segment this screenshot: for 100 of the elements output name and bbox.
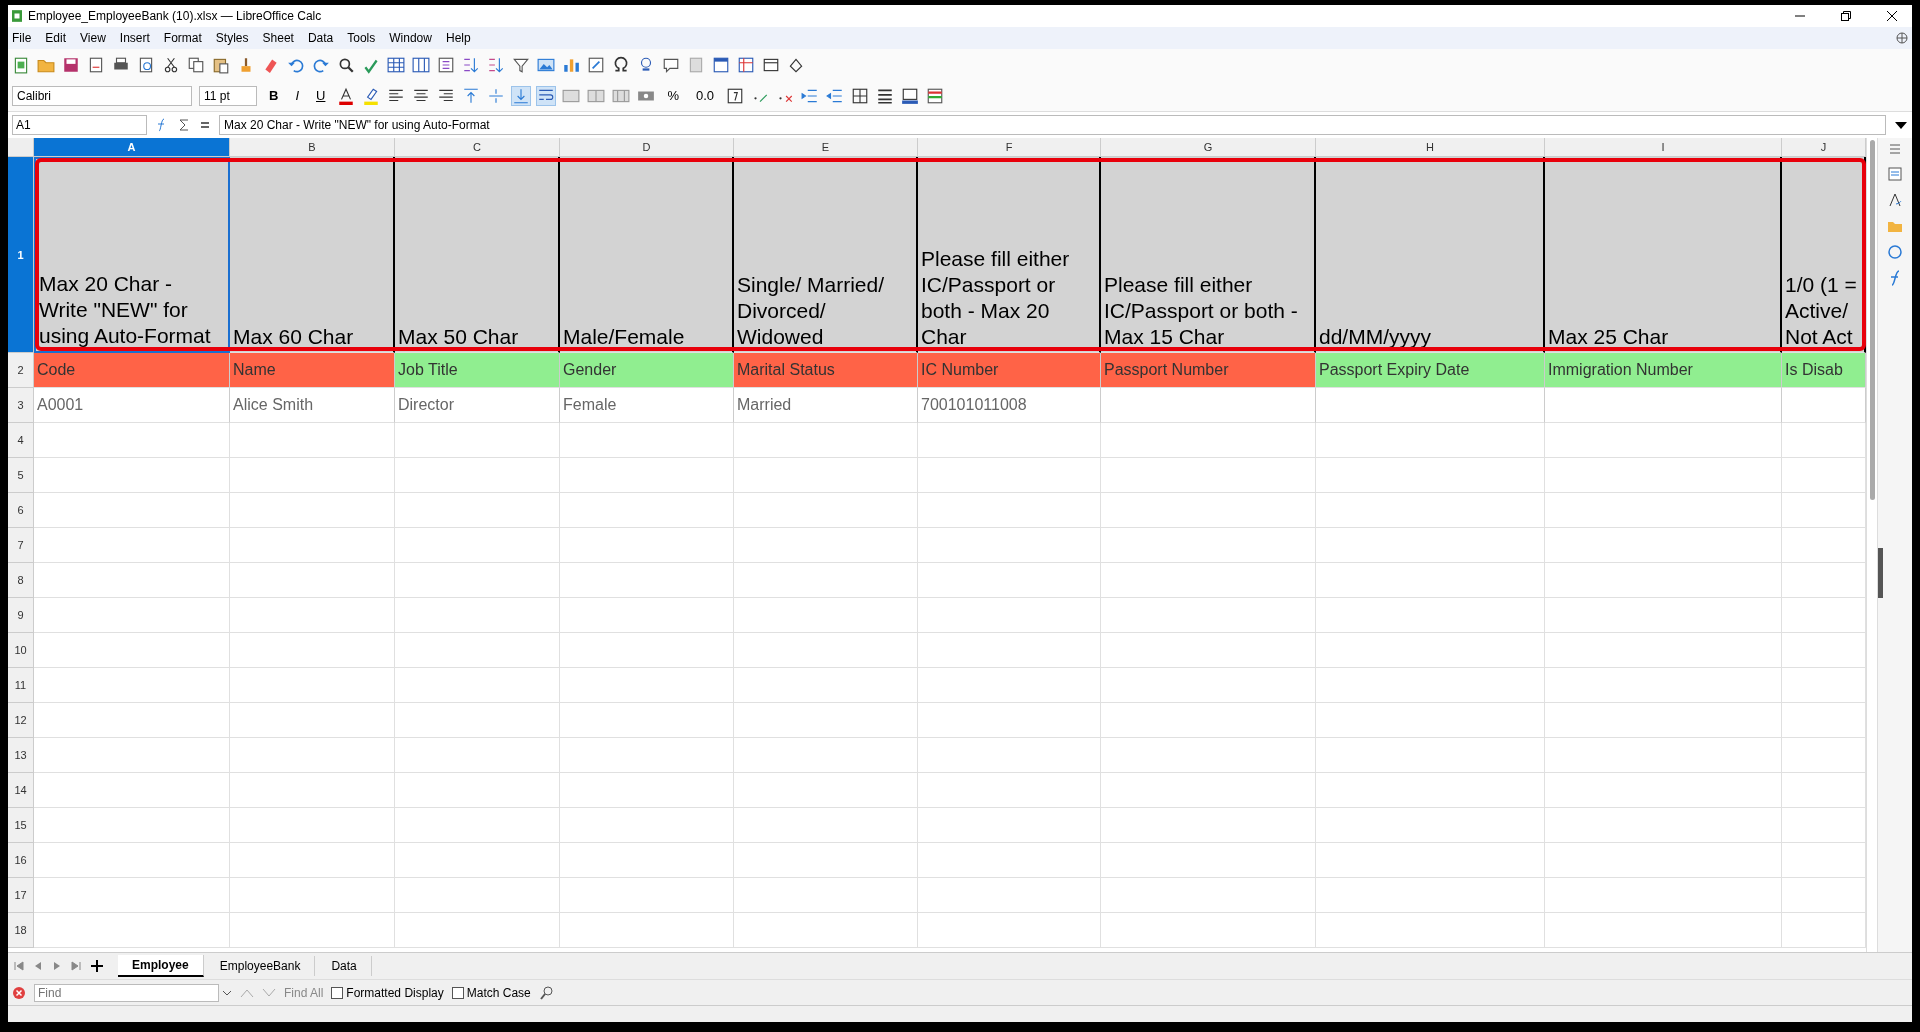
menu-item[interactable]: Insert <box>119 31 150 45</box>
column-header[interactable]: E <box>734 138 918 157</box>
row-header[interactable]: 18 <box>8 913 34 948</box>
restore-icon[interactable] <box>1840 10 1852 22</box>
menu-item[interactable]: Sheet <box>262 31 294 45</box>
column-header[interactable]: J <box>1782 138 1866 157</box>
row-header[interactable]: 14 <box>8 773 34 808</box>
column-header[interactable]: A <box>34 138 230 157</box>
row-header[interactable]: 13 <box>8 738 34 773</box>
format-button[interactable]: B <box>264 86 284 105</box>
row-header[interactable]: 8 <box>8 563 34 598</box>
conditional-format-icon[interactable] <box>926 86 945 105</box>
sort-descending-icon[interactable] <box>487 55 505 74</box>
format-button[interactable]: U <box>311 86 331 105</box>
column-header[interactable]: G <box>1101 138 1316 157</box>
last-sheet-icon[interactable] <box>71 961 81 971</box>
formula-input[interactable]: Max 20 Char - Write "NEW" for using Auto-Format <box>219 115 1886 135</box>
first-sheet-icon[interactable] <box>14 961 24 971</box>
copy-icon[interactable] <box>187 55 205 74</box>
sort-ascending-icon[interactable] <box>462 55 480 74</box>
preview-icon[interactable] <box>137 55 155 74</box>
previous-sheet-icon[interactable] <box>33 961 43 971</box>
menu-item[interactable]: View <box>80 31 106 45</box>
row-header[interactable]: 2 <box>8 353 34 388</box>
pdf-icon[interactable] <box>87 55 105 74</box>
row-header[interactable]: 17 <box>8 878 34 913</box>
checkbox-label: Formatted Display <box>346 985 444 1000</box>
row-header[interactable]: 1 <box>8 157 34 353</box>
new-document-icon[interactable] <box>12 55 30 74</box>
sum-icon[interactable] <box>177 118 191 132</box>
font-size-box[interactable]: 11 pt <box>199 85 257 106</box>
row-header[interactable]: 10 <box>8 633 34 668</box>
name-box[interactable]: A1 <box>12 115 147 135</box>
menu-item[interactable]: Format <box>163 31 202 45</box>
format-button[interactable]: I <box>290 86 304 105</box>
expand-icon[interactable] <box>1894 120 1908 130</box>
menu-item[interactable]: Edit <box>45 31 67 45</box>
table-cell: Male/Female <box>560 157 734 353</box>
sheet-tab[interactable]: EmployeeBank <box>205 956 316 976</box>
sort-icon[interactable] <box>437 55 455 74</box>
sheet-tab[interactable]: Data <box>317 956 372 976</box>
borders-icon[interactable] <box>851 86 870 105</box>
pivot-icon[interactable] <box>587 55 605 74</box>
row-header[interactable]: 3 <box>8 388 34 423</box>
column-header[interactable]: B <box>230 138 395 157</box>
table-icon[interactable] <box>387 55 405 74</box>
row-header[interactable]: 5 <box>8 458 34 493</box>
highlight-icon[interactable] <box>362 86 381 105</box>
checkbox[interactable] <box>451 986 464 999</box>
menu-item[interactable]: Window <box>389 31 432 45</box>
table-cell: Marital Status <box>734 353 918 388</box>
row-header[interactable]: 9 <box>8 598 34 633</box>
globe-icon[interactable] <box>1896 32 1908 44</box>
add-sheet-icon[interactable] <box>90 959 104 973</box>
omega-icon[interactable] <box>612 55 630 74</box>
date-icon[interactable] <box>726 86 745 105</box>
checkbox[interactable] <box>331 986 344 999</box>
sheet-tab[interactable]: Employee <box>118 955 204 977</box>
row-header[interactable]: 11 <box>8 668 34 703</box>
scrollbar-thumb[interactable] <box>1870 140 1875 500</box>
table-cell: Name <box>230 353 395 388</box>
menu-item[interactable]: Data <box>307 31 334 45</box>
column-header[interactable]: F <box>918 138 1101 157</box>
find-field[interactable]: Find <box>34 983 219 1002</box>
next-sheet-icon[interactable] <box>52 961 62 971</box>
column-header[interactable]: H <box>1316 138 1545 157</box>
freeze-icon[interactable] <box>737 55 755 74</box>
row-header[interactable]: 12 <box>8 703 34 738</box>
navigator-icon[interactable] <box>1887 244 1903 260</box>
row-header[interactable]: 4 <box>8 423 34 458</box>
row-header[interactable]: 7 <box>8 528 34 563</box>
dropdown-icon[interactable] <box>222 988 232 997</box>
close-icon[interactable] <box>1886 10 1898 22</box>
cut-icon[interactable] <box>162 55 180 74</box>
equals-icon[interactable] <box>199 119 211 131</box>
table-cell: Married <box>734 388 918 423</box>
font-name-box[interactable]: Calibri <box>12 85 192 106</box>
header-footer-icon[interactable] <box>712 55 730 74</box>
columns-icon[interactable] <box>412 55 430 74</box>
column-header[interactable]: I <box>1545 138 1782 157</box>
row-header[interactable]: 15 <box>8 808 34 843</box>
sidebar-handle[interactable] <box>1878 548 1883 598</box>
menu-item[interactable]: Tools <box>347 31 376 45</box>
wrap-text-icon[interactable] <box>537 86 556 105</box>
menu-item[interactable]: File <box>12 31 32 45</box>
menu-item[interactable]: Styles <box>215 31 249 45</box>
column-header[interactable]: D <box>560 138 734 157</box>
font-color-icon[interactable] <box>337 86 356 105</box>
column-header[interactable]: C <box>395 138 560 157</box>
number-format-button[interactable]: % <box>662 86 684 105</box>
row-header[interactable]: 6 <box>8 493 34 528</box>
align-top-icon[interactable] <box>462 86 481 105</box>
find-replace-icon[interactable] <box>538 984 555 1001</box>
menu-item[interactable]: Help <box>445 31 471 45</box>
save-icon[interactable] <box>62 55 80 74</box>
row-header[interactable]: 16 <box>8 843 34 878</box>
border-color-icon[interactable] <box>901 86 920 105</box>
styles-icon[interactable] <box>1887 192 1903 208</box>
number-format-button[interactable]: 0.0 <box>690 86 720 105</box>
table-cell: Female <box>560 388 734 423</box>
